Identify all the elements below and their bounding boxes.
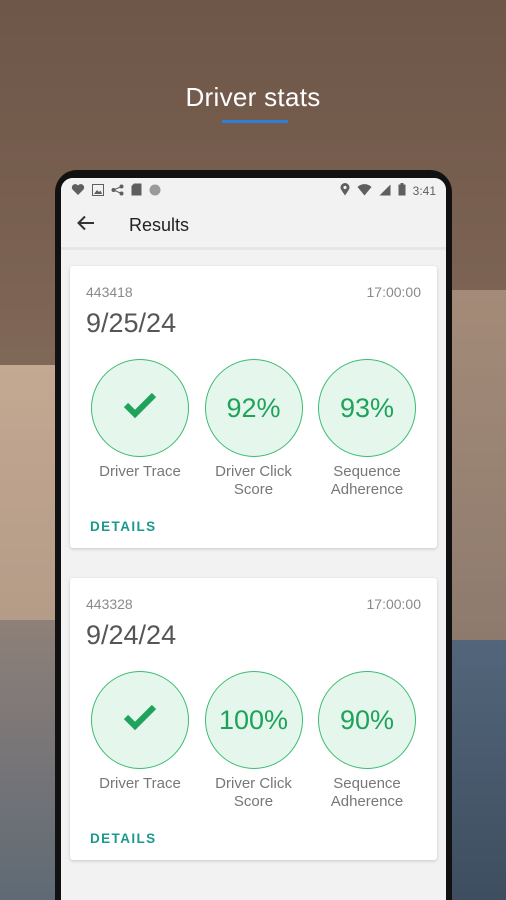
phone-screen: 3:41 Results 443418 17:00:00 9/25/24 Dri… — [61, 178, 446, 900]
app-bar: Results — [61, 204, 446, 250]
metric-circle — [91, 359, 189, 457]
result-card: 443418 17:00:00 9/25/24 Driver Trace 92%… — [70, 266, 437, 548]
status-bar-left — [71, 183, 161, 199]
image-icon — [92, 183, 104, 199]
metric-label: Sequence Adherence — [330, 463, 404, 498]
status-bar: 3:41 — [61, 178, 446, 204]
metrics-row: Driver Trace 100% Driver Click Score 90%… — [86, 671, 421, 811]
wifi-icon — [357, 183, 372, 199]
metric-driver-trace: Driver Trace — [90, 671, 190, 811]
circle-icon — [149, 184, 161, 199]
metric-sequence-adherence: 90% Sequence Adherence — [317, 671, 417, 811]
metric-driver-trace: Driver Trace — [90, 359, 190, 499]
metric-label: Driver Click Score — [215, 775, 292, 810]
headline-underline — [222, 120, 288, 123]
card-header: 443328 17:00:00 — [86, 596, 421, 612]
location-icon — [340, 183, 350, 199]
result-id: 443418 — [86, 284, 133, 300]
metric-circle: 93% — [318, 359, 416, 457]
metric-driver-click-score: 100% Driver Click Score — [204, 671, 304, 811]
back-button[interactable] — [71, 211, 101, 241]
heart-icon — [71, 183, 85, 199]
background-box-right — [446, 290, 506, 650]
signal-icon — [379, 184, 391, 199]
status-time: 3:41 — [412, 184, 436, 198]
page-title: Results — [129, 215, 190, 235]
sd-card-icon — [131, 183, 142, 199]
metric-circle: 90% — [318, 671, 416, 769]
check-icon — [123, 703, 157, 738]
promo-headline: Driver stats — [185, 82, 321, 112]
background-box-right-lower — [446, 640, 506, 900]
metric-label: Driver Click Score — [215, 463, 292, 498]
status-bar-right: 3:41 — [340, 183, 436, 199]
result-time: 17:00:00 — [366, 596, 422, 612]
results-list: 443418 17:00:00 9/25/24 Driver Trace 92%… — [61, 250, 446, 860]
result-time: 17:00:00 — [366, 284, 422, 300]
metric-label: Driver Trace — [99, 775, 181, 792]
metric-circle: 92% — [204, 359, 303, 457]
share-icon — [111, 184, 124, 199]
result-card: 443328 17:00:00 9/24/24 Driver Trace 100… — [70, 578, 437, 860]
result-date: 9/25/24 — [86, 308, 177, 338]
metric-sequence-adherence: 93% Sequence Adherence — [317, 359, 417, 499]
details-link[interactable]: DETAILS — [90, 519, 157, 534]
metric-driver-click-score: 92% Driver Click Score — [204, 359, 304, 499]
metric-label: Driver Trace — [99, 463, 181, 480]
battery-icon — [398, 183, 406, 199]
metric-circle: 100% — [204, 671, 303, 769]
check-icon — [123, 391, 157, 426]
metric-label: Sequence Adherence — [330, 775, 404, 810]
details-link[interactable]: DETAILS — [90, 831, 157, 846]
result-id: 443328 — [86, 596, 133, 612]
metric-circle — [91, 671, 189, 769]
metrics-row: Driver Trace 92% Driver Click Score 93% … — [86, 359, 421, 499]
result-date: 9/24/24 — [86, 620, 177, 650]
arrow-left-icon — [77, 214, 95, 237]
card-header: 443418 17:00:00 — [86, 284, 421, 300]
phone-frame: 3:41 Results 443418 17:00:00 9/25/24 Dri… — [55, 170, 452, 900]
